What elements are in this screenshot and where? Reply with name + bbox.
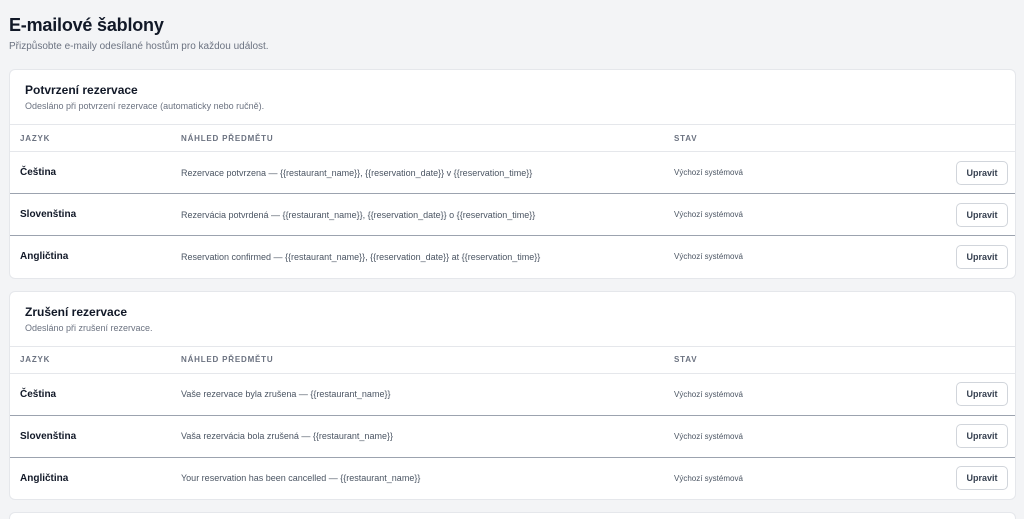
- email-templates-page: E-mailové šablony Přizpůsobte e-maily od…: [0, 0, 1024, 519]
- template-card-confirmation: Potvrzení rezervace Odesláno při potvrze…: [9, 69, 1016, 279]
- table-row: Slovenština Vaša rezervácia bola zrušená…: [10, 414, 1015, 457]
- table-row: Čeština Rezervace potvrzena — {{restaura…: [10, 152, 1015, 194]
- action-cell: Upravit: [925, 235, 1015, 278]
- status-cell: Výchozí systémová: [664, 414, 925, 457]
- status-cell: Výchozí systémová: [664, 456, 925, 499]
- language-cell: Čeština: [20, 388, 57, 400]
- language-cell: Slovenština: [10, 193, 171, 236]
- table-row: Slovenština Rezervácia potvrdená — {{res…: [10, 193, 1015, 236]
- table-header-row: JAZYK NÁHLED PŘEDMĚTU STAV: [10, 124, 1015, 152]
- card-header: Potvrzení rezervace Odesláno při potvrze…: [10, 70, 1015, 124]
- action-cell: Upravit: [925, 414, 1015, 457]
- subject-preview-cell: Rezervácia potvrdená — {{restaurant_name…: [171, 193, 664, 236]
- edit-button[interactable]: Upravit: [956, 202, 1008, 227]
- table-header-row: JAZYK NÁHLED PŘEDMĚTU STAV: [10, 345, 1015, 374]
- card-title: Potvrzení rezervace: [25, 83, 138, 97]
- card-description: Odesláno při potvrzení rezervace (automa…: [25, 101, 265, 111]
- action-cell: Upravit: [925, 373, 1015, 415]
- templates-table: JAZYK NÁHLED PŘEDMĚTU STAV Čeština Rezer…: [10, 124, 1015, 278]
- subject-preview-cell: Vaše rezervace byla zrušena — {{restaura…: [181, 389, 391, 399]
- edit-button[interactable]: Upravit: [956, 244, 1008, 269]
- subject-preview-cell: Vaša rezervácia bola zrušená — {{restaur…: [171, 414, 664, 457]
- language-cell: Angličtina: [10, 235, 171, 278]
- status-cell: Výchozí systémová: [674, 389, 743, 399]
- column-header-status: STAV: [664, 345, 925, 374]
- status-cell: Výchozí systémová: [664, 193, 925, 236]
- column-header-language: JAZYK: [10, 345, 171, 374]
- action-cell: Upravit: [925, 456, 1015, 499]
- edit-button[interactable]: Upravit: [956, 160, 1008, 185]
- edit-button[interactable]: Upravit: [956, 466, 1008, 491]
- table-row: Angličtina Reservation confirmed — {{res…: [10, 235, 1015, 278]
- column-header-action: [925, 345, 1015, 374]
- action-cell: Upravit: [925, 193, 1015, 236]
- edit-button[interactable]: Upravit: [956, 382, 1008, 406]
- column-header-action: [925, 124, 1015, 152]
- table-row: Angličtina Your reservation has been can…: [10, 456, 1015, 499]
- status-cell: Výchozí systémová: [674, 168, 743, 177]
- page-title: E-mailové šablony: [9, 15, 164, 35]
- page-subtitle: Přizpůsobte e-maily odesílané hostům pro…: [9, 41, 269, 52]
- subject-preview-cell: Your reservation has been cancelled — {{…: [171, 456, 664, 499]
- template-card-next: [9, 512, 1016, 519]
- language-cell: Slovenština: [10, 414, 171, 457]
- language-cell: Čeština: [20, 167, 57, 178]
- column-header-status: STAV: [664, 124, 925, 152]
- column-header-subject: NÁHLED PŘEDMĚTU: [171, 124, 664, 152]
- subject-preview-cell: Reservation confirmed — {{restaurant_nam…: [171, 235, 664, 278]
- subject-preview-cell: Rezervace potvrzena — {{restaurant_name}…: [181, 167, 533, 178]
- card-header: Zrušení rezervace Odesláno při zrušení r…: [10, 292, 1015, 346]
- column-header-subject: NÁHLED PŘEDMĚTU: [171, 345, 664, 374]
- card-description: Odesláno při zrušení rezervace.: [25, 322, 153, 333]
- template-card-cancellation: Zrušení rezervace Odesláno při zrušení r…: [9, 290, 1016, 500]
- language-cell: Angličtina: [10, 456, 171, 499]
- table-row: Čeština Vaše rezervace byla zrušena — {{…: [10, 373, 1015, 415]
- edit-button[interactable]: Upravit: [956, 424, 1008, 448]
- status-cell: Výchozí systémová: [664, 235, 925, 278]
- action-cell: Upravit: [925, 152, 1015, 194]
- card-title: Zrušení rezervace: [25, 304, 128, 319]
- templates-table: JAZYK NÁHLED PŘEDMĚTU STAV Čeština Vaše …: [10, 345, 1015, 499]
- column-header-language: JAZYK: [10, 124, 171, 152]
